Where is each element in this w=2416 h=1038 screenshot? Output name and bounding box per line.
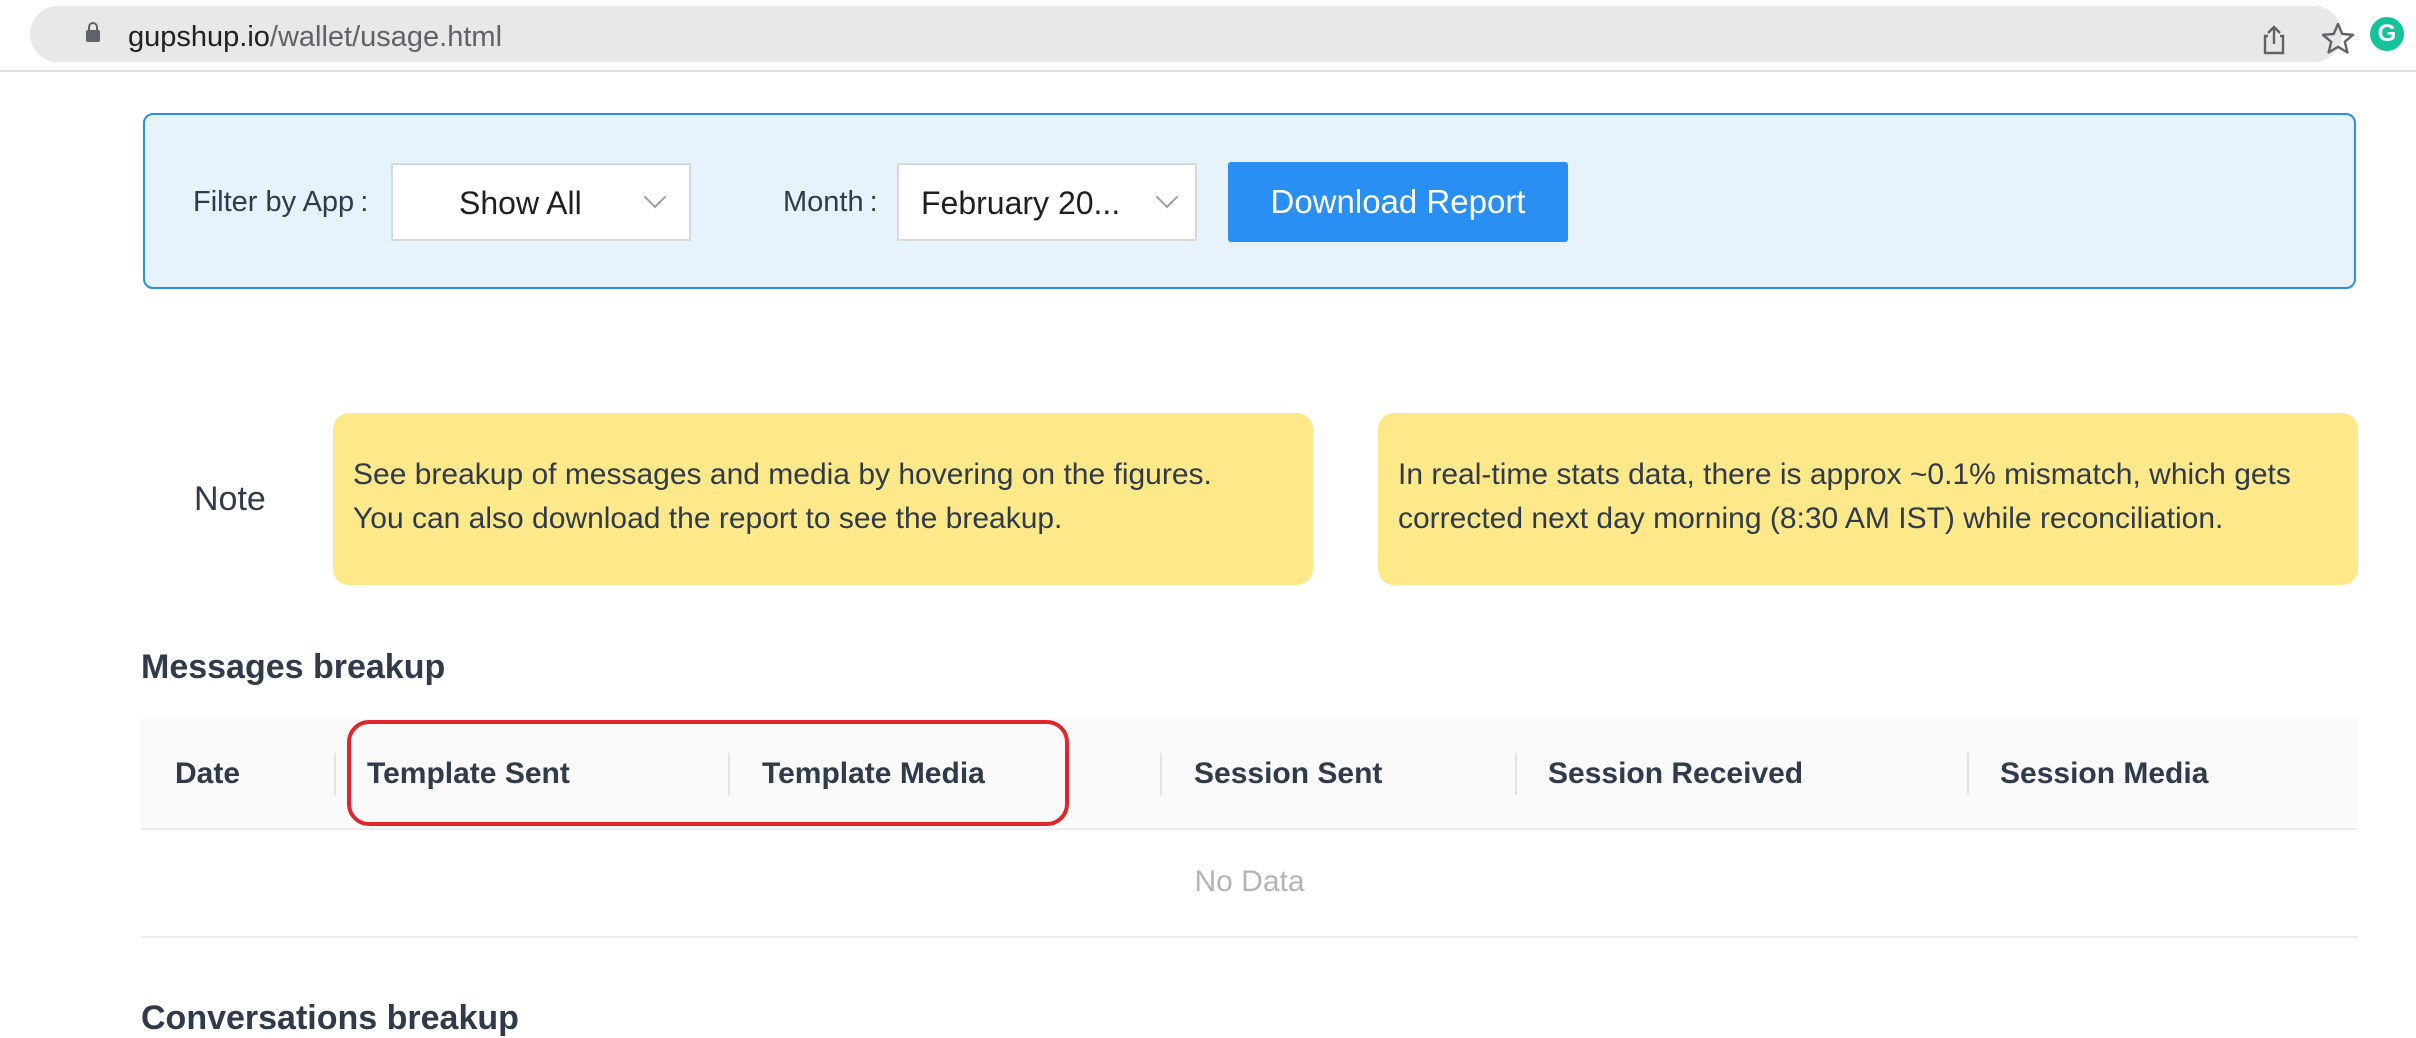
note-line: corrected next day morning (8:30 AM IST)… xyxy=(1398,502,2224,535)
browser-toolbar: gupshup.io/wallet/usage.html G xyxy=(0,0,2416,72)
grammarly-extension-icon[interactable]: G xyxy=(2370,17,2404,51)
app-filter-value: Show All xyxy=(459,185,582,221)
note-line: In real-time stats data, there is approx… xyxy=(1398,458,2291,491)
lock-icon[interactable] xyxy=(86,22,100,42)
month-value: February 20... xyxy=(921,185,1121,221)
chevron-down-icon xyxy=(1155,185,1179,209)
url-text[interactable]: gupshup.io/wallet/usage.html xyxy=(128,20,502,54)
column-header-session-media[interactable]: Session Media xyxy=(2000,756,2208,792)
download-report-button[interactable]: Download Report xyxy=(1228,162,1568,242)
column-divider xyxy=(1967,753,1969,795)
column-header-session-received[interactable]: Session Received xyxy=(1548,756,1803,792)
table-empty-row: No Data xyxy=(141,830,2358,938)
month-select[interactable]: February 20... xyxy=(897,163,1197,241)
note-label: Note xyxy=(194,480,266,518)
messages-breakup-title: Messages breakup xyxy=(141,648,446,686)
column-divider xyxy=(1160,753,1162,795)
share-icon[interactable] xyxy=(2258,24,2290,56)
address-bar[interactable]: gupshup.io/wallet/usage.html xyxy=(30,6,2355,62)
bookmark-star-icon[interactable] xyxy=(2320,21,2356,57)
column-divider xyxy=(1515,753,1517,795)
column-divider xyxy=(334,753,336,795)
url-path: /wallet/usage.html xyxy=(269,21,503,53)
column-header-session-sent[interactable]: Session Sent xyxy=(1194,756,1382,792)
note-line: See breakup of messages and media by hov… xyxy=(353,458,1212,491)
note-box-hover-info: See breakup of messages and media by hov… xyxy=(333,413,1313,585)
month-label: Month: xyxy=(783,186,878,218)
no-data-text: No Data xyxy=(1194,865,1305,898)
app-filter-select[interactable]: Show All xyxy=(391,163,691,241)
column-header-date[interactable]: Date xyxy=(175,756,240,792)
highlight-annotation xyxy=(347,720,1069,826)
note-box-mismatch-info: In real-time stats data, there is approx… xyxy=(1378,413,2358,585)
url-host: gupshup.io xyxy=(128,21,270,53)
chevron-down-icon xyxy=(643,185,667,209)
filter-app-label: Filter by App: xyxy=(193,186,369,218)
conversations-breakup-title: Conversations breakup xyxy=(141,999,519,1037)
note-line: You can also download the report to see … xyxy=(353,502,1063,535)
